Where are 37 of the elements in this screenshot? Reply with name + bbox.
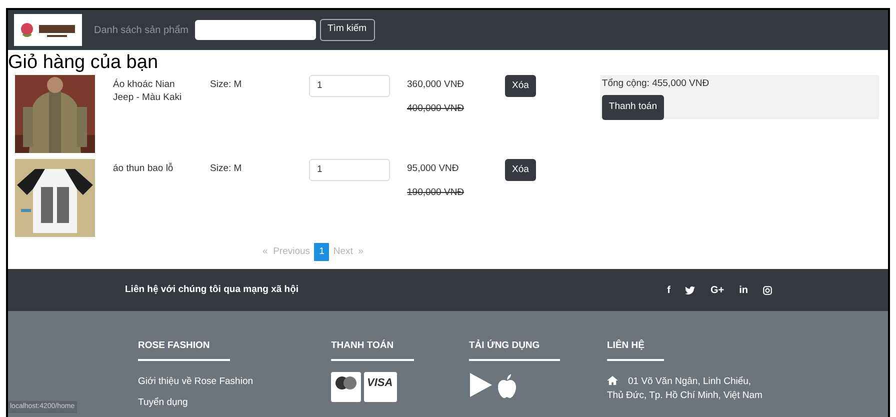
card-logo: VISA (364, 372, 397, 402)
instagram-icon[interactable] (763, 286, 772, 295)
address-text: 01 Võ Văn Ngân, Linh Chiểu, Thủ Đức, Tp. Hồ Chí Minh, Việt Nam (607, 374, 764, 402)
remove-button[interactable]: Xóa (505, 75, 536, 98)
footer-link[interactable]: Giới thiệu về Rose Fashion (138, 374, 331, 389)
footer-heading: LIÊN HỆ (607, 339, 664, 360)
social-link[interactable]: in (739, 282, 748, 298)
remove-button[interactable]: Xóa (505, 159, 536, 182)
rose-logo[interactable] (14, 14, 82, 46)
home-icon (607, 376, 618, 384)
twitter-icon[interactable] (685, 286, 696, 295)
mastercard-icon (331, 372, 361, 402)
quantity-field[interactable]: 1 (309, 159, 390, 181)
old-price-text: 400,000 VNĐ (407, 102, 466, 116)
apple-icon[interactable] (497, 374, 517, 398)
page-title: Giỏ hàng của bạn (8, 51, 160, 75)
social-link[interactable]: G+ (710, 282, 724, 298)
nav-link[interactable]: Danh sách sản phẩm (94, 22, 189, 38)
social-link[interactable]: f (667, 282, 670, 298)
product-name: Áo khoác Nian Jeep - Màu Kaki (113, 78, 183, 104)
footer-heading: TẢI ỨNG DỤNG (469, 339, 560, 360)
search-field[interactable] (194, 20, 316, 40)
play-store-icon[interactable] (469, 372, 493, 398)
product-size: Size: M (210, 162, 243, 176)
total-text: Tổng cộng: 455,000 VNĐ (602, 77, 710, 91)
old-price-text: 190,000 VNĐ (407, 186, 466, 200)
product-name: áo thun bao lỗ (113, 162, 174, 175)
quantity-field[interactable]: 1 (309, 75, 390, 97)
footer-heading: ROSE FASHION (138, 339, 230, 360)
footer-heading: THANH TOÁN (331, 339, 414, 360)
social-text: Liên hệ với chúng tôi qua mạng xã hội (125, 283, 299, 298)
search-button[interactable]: Tìm kiếm (320, 18, 375, 40)
footer-link[interactable]: Tuyển dụng (138, 396, 331, 410)
checkout-button[interactable]: Thanh toán (602, 95, 664, 120)
price-text: 95,000 VNĐ (407, 162, 460, 176)
product-size: Size: M (210, 78, 243, 92)
price-text: 360,000 VNĐ (407, 78, 466, 92)
